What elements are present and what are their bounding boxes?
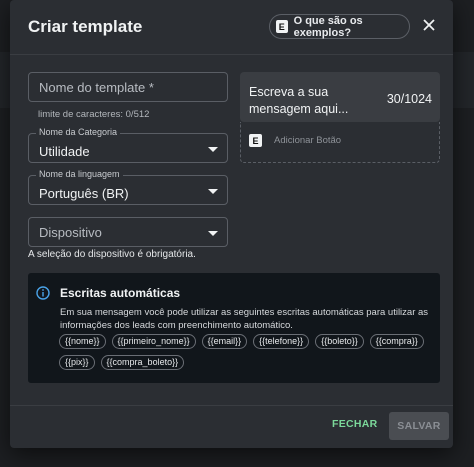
create-template-dialog: Criar template E O que são os exemplos? … [10, 0, 453, 448]
language-label: Nome da linguagem [36, 169, 123, 179]
e-logo-icon: E [249, 134, 262, 147]
variable-chip[interactable]: {{pix}} [59, 355, 95, 370]
category-label: Nome da Categoria [36, 127, 121, 137]
variable-chip[interactable]: {{telefone}} [253, 334, 310, 349]
message-placeholder: Escreva a sua mensagem aqui... [249, 85, 349, 116]
add-button[interactable]: E Adicionar Botão [249, 134, 341, 147]
message-preview[interactable]: Escreva a sua mensagem aqui... 30/1024 [240, 72, 440, 122]
category-value: Utilidade [39, 144, 90, 159]
dialog-title: Criar template [28, 17, 143, 36]
dialog-header: Criar template E O que são os exemplos? [10, 0, 453, 54]
info-title: Escritas automáticas [60, 286, 181, 300]
auto-fields-info-box: Escritas automáticas Em sua mensagem voc… [28, 273, 440, 383]
category-select[interactable]: Nome da Categoria Utilidade [28, 127, 228, 163]
close-icon[interactable] [421, 17, 437, 33]
template-name-placeholder: Nome do template * [39, 80, 154, 95]
e-logo-icon: E [276, 20, 288, 33]
variable-chip[interactable]: {{boleto}} [315, 334, 364, 349]
variable-chip[interactable]: {{nome}} [59, 334, 106, 349]
save-button[interactable]: SALVAR [389, 412, 449, 440]
footer-divider [10, 405, 453, 406]
language-select[interactable]: Nome da linguagem Português (BR) [28, 169, 228, 205]
info-description: Em sua mensagem você pode utilizar as se… [60, 307, 429, 331]
device-select[interactable]: Dispositivo [28, 217, 228, 247]
close-button[interactable]: FECHAR [332, 418, 378, 430]
variable-chips: {{nome}} {{primeiro_nome}} {{email}} {{t… [59, 334, 435, 370]
device-placeholder: Dispositivo [39, 225, 102, 240]
examples-button-label: O que são os exemplos? [293, 14, 363, 39]
template-name-char-limit: limite de caracteres: 0/512 [38, 109, 150, 120]
chevron-down-icon [208, 231, 218, 236]
chevron-down-icon [208, 189, 218, 194]
device-error-text: A seleção do dispositivo é obrigatória. [28, 249, 196, 260]
language-value: Português (BR) [39, 186, 129, 201]
header-divider [10, 54, 453, 55]
variable-chip[interactable]: {{email}} [201, 334, 248, 349]
add-button-label: Adicionar Botão [274, 135, 342, 146]
chevron-down-icon [208, 147, 218, 152]
info-icon [36, 286, 50, 300]
examples-button[interactable]: E O que são os exemplos? [269, 14, 410, 39]
message-char-counter: 30/1024 [386, 92, 432, 106]
variable-chip[interactable]: {{compra_boleto}} [100, 355, 185, 370]
variable-chip[interactable]: {{primeiro_nome}} [111, 334, 196, 349]
variable-chip[interactable]: {{compra}} [369, 334, 424, 349]
template-name-input[interactable]: Nome do template * [28, 72, 228, 102]
add-button-area[interactable]: E Adicionar Botão [240, 122, 440, 163]
